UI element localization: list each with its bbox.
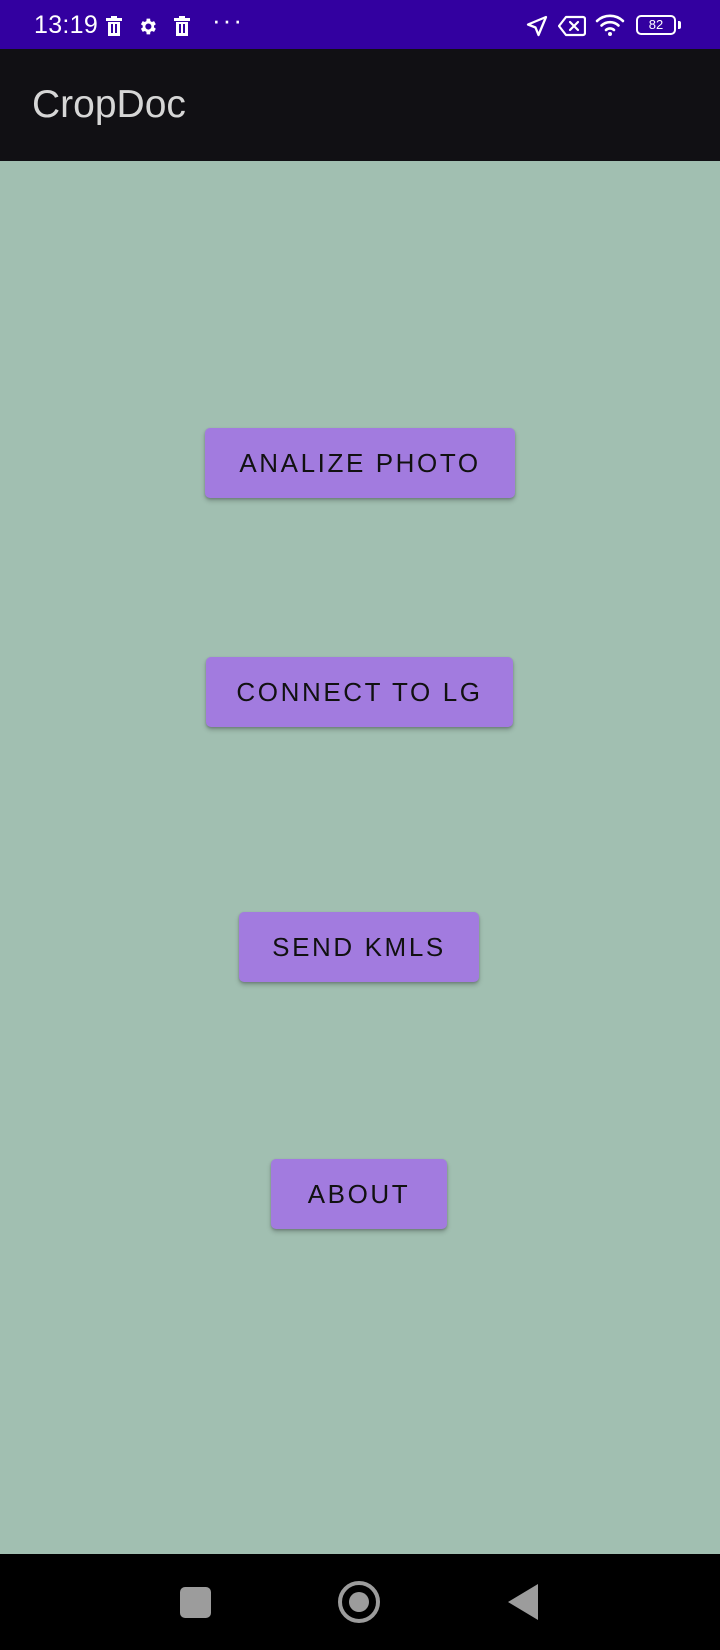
battery-tip [678,21,681,29]
about-button[interactable]: ABOUT [271,1159,447,1229]
gear-icon [140,18,156,35]
no-sim-icon [558,15,586,37]
analyze-photo-button[interactable]: ANALIZE PHOTO [205,428,515,498]
send-kmls-button[interactable]: SEND KMLS [239,912,479,982]
recents-square-icon[interactable] [180,1587,211,1618]
more-dots-icon: ··· [212,5,244,35]
wifi-icon [595,14,625,36]
battery-icon: 82 [636,15,676,35]
status-bar: 13:19 ··· 82 [0,0,720,49]
trash-icon [174,16,190,36]
app-screen: 13:19 ··· 82 CropDoc ANALIZE PHOTO CONNE… [0,0,720,1650]
home-circle-icon[interactable] [338,1581,380,1623]
app-bar: CropDoc [0,49,720,161]
navigation-arrow-icon [526,15,548,37]
home-circle-inner [349,1592,369,1612]
trash-icon [106,16,122,36]
connect-to-lg-button[interactable]: CONNECT TO LG [206,657,513,727]
back-triangle-icon[interactable] [508,1584,538,1620]
status-time: 13:19 [34,11,99,39]
navigation-bar [0,1554,720,1650]
app-title: CropDoc [32,83,186,126]
